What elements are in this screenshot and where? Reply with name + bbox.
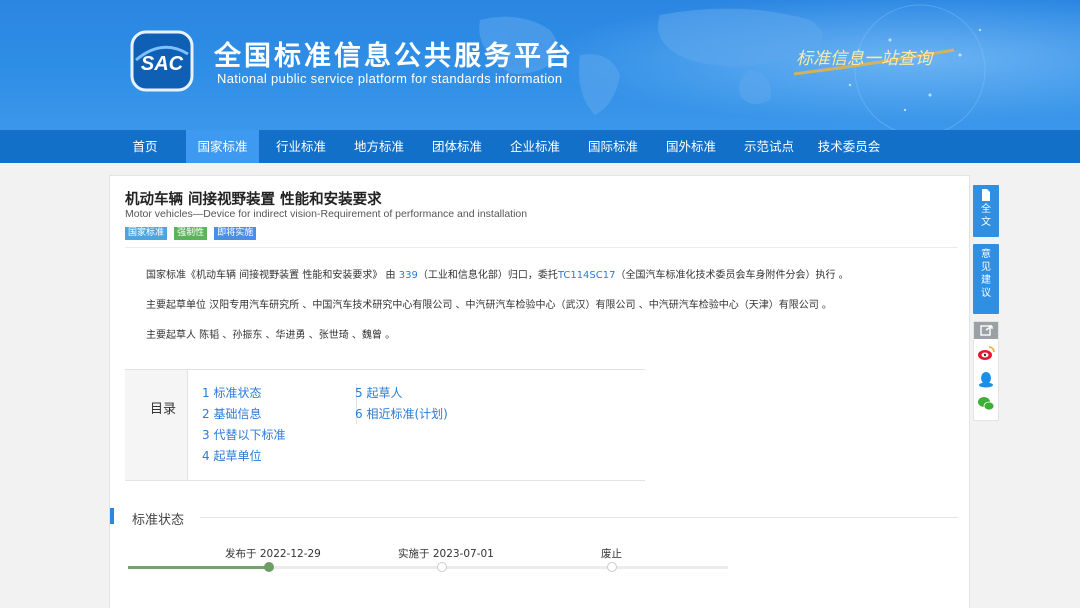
timeline-dot-effective — [437, 562, 447, 572]
tc-sub-link[interactable]: TC114SC17 — [558, 270, 616, 281]
weibo-icon[interactable] — [977, 344, 995, 362]
nav-item-foreign[interactable]: 国外标准 — [656, 130, 726, 163]
toc-item-replaces[interactable]: 3 代替以下标准 — [202, 426, 285, 443]
fulltext-label: 全文 — [981, 204, 991, 228]
nav-item-pilot[interactable]: 示范试点 — [734, 130, 804, 163]
nav-item-national[interactable]: 国家标准 — [186, 130, 259, 163]
tag-mandatory: 强制性 — [174, 227, 208, 240]
timeline-track — [128, 566, 728, 569]
sac-logo: SAC — [130, 30, 194, 92]
toc-item-drafters[interactable]: 5 起草人 — [355, 384, 402, 401]
wechat-icon[interactable] — [977, 395, 995, 413]
tag-national-standard: 国家标准 — [125, 227, 168, 240]
toc-item-basic-info[interactable]: 2 基础信息 — [202, 405, 261, 422]
timeline-dot-abolished — [607, 562, 617, 572]
standard-title-en: Motor vehicles—Device for indirect visio… — [125, 208, 528, 220]
share-header — [974, 322, 998, 339]
nav-item-industry[interactable]: 行业标准 — [266, 130, 336, 163]
timeline-label-abolished: 废止 — [601, 548, 622, 560]
svg-text:标准信息一站查询: 标准信息一站查询 — [796, 49, 934, 69]
divider — [125, 247, 958, 248]
section-divider — [200, 517, 958, 518]
info-text: （全国汽车标准化技术委员会车身附件分会）执行 。 — [615, 270, 849, 281]
toc-label: 目录 — [150, 402, 177, 417]
info-line-drafters: 主要起草人 陈韬 、孙振东 、华进勇 、张世琦 、魏曾 。 — [146, 330, 396, 341]
qq-icon[interactable] — [977, 370, 995, 388]
section-accent-bar — [110, 508, 114, 524]
info-line-drafting-units: 主要起草单位 汉阳专用汽车研究所 、中国汽车技术研究中心有限公司 、中汽研汽车检… — [146, 300, 832, 311]
site-title-en: National public service platform for sta… — [217, 71, 563, 86]
nav-item-local[interactable]: 地方标准 — [344, 130, 414, 163]
nav-item-home[interactable]: 首页 — [120, 130, 170, 163]
tag-list: 国家标准 强制性 即将实施 — [125, 227, 258, 241]
tag-upcoming: 即将实施 — [214, 227, 257, 240]
nav-item-enterprise[interactable]: 企业标准 — [500, 130, 570, 163]
document-icon — [982, 189, 990, 201]
info-text: 国家标准《机动车辆 间接视野装置 性能和安装要求》 由 — [146, 270, 396, 281]
standard-detail-card: 机动车辆 间接视野装置 性能和安装要求 Motor vehicles—Devic… — [109, 175, 970, 608]
feedback-label: 意见建议 — [981, 249, 991, 299]
share-icon — [980, 325, 993, 336]
nav-item-group[interactable]: 团体标准 — [422, 130, 492, 163]
fulltext-button[interactable]: 全文 — [973, 185, 999, 237]
feedback-button[interactable]: 意见建议 — [973, 244, 999, 314]
tc-code-link[interactable]: 339 — [399, 270, 418, 281]
timeline-progress-fill — [128, 566, 269, 569]
info-line-authority: 国家标准《机动车辆 间接视野装置 性能和安装要求》 由 339（工业和信息化部）… — [146, 266, 849, 281]
info-text: （工业和信息化部）归口，委托 — [417, 270, 558, 281]
site-title-cn: 全国标准信息公共服务平台 — [214, 41, 574, 72]
timeline-dot-published — [264, 562, 274, 572]
toc-item-drafting-units[interactable]: 4 起草单位 — [202, 447, 261, 464]
share-panel — [973, 321, 999, 421]
nav-item-committee[interactable]: 技术委员会 — [810, 130, 888, 163]
table-of-contents: 目录 1 标准状态 2 基础信息 3 代替以下标准 4 起草单位 5 起草人 6… — [125, 369, 645, 481]
standard-title-cn: 机动车辆 间接视野装置 性能和安装要求 — [125, 192, 382, 208]
header-banner: SAC 全国标准信息公共服务平台 National public service… — [0, 0, 1080, 130]
toc-label-box: 目录 — [125, 370, 188, 480]
nav-item-international[interactable]: 国际标准 — [578, 130, 648, 163]
toc-item-similar[interactable]: 6 相近标准(计划) — [355, 405, 448, 422]
timeline-label-effective: 实施于 2023-07-01 — [398, 548, 494, 560]
slogan-calligraphy: 标准信息一站查询 — [793, 48, 955, 76]
toc-item-status[interactable]: 1 标准状态 — [202, 384, 261, 401]
section-title-status: 标准状态 — [132, 513, 185, 528]
svg-text:SAC: SAC — [141, 53, 184, 75]
timeline-label-published: 发布于 2022-12-29 — [225, 548, 321, 560]
main-nav: 首页 国家标准 行业标准 地方标准 团体标准 企业标准 国际标准 国外标准 示范… — [0, 130, 1080, 163]
